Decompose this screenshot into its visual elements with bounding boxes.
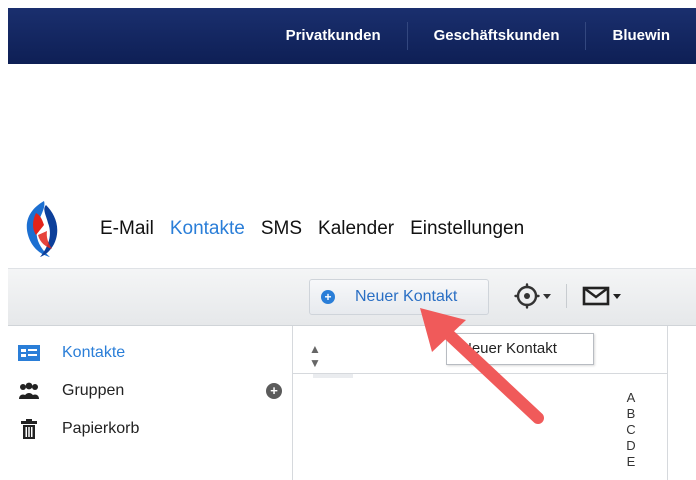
new-contact-button[interactable]: + Neuer Kontakt xyxy=(309,279,489,315)
app-nav: E-Mail Kontakte SMS Kalender Einstellung… xyxy=(100,218,540,240)
alphabet-index: A B C D E xyxy=(623,390,639,470)
sidebar-item-label: Kontakte xyxy=(62,344,126,361)
alphabet-letter[interactable]: B xyxy=(627,406,636,422)
toolbar-divider xyxy=(566,284,567,308)
app-nav-kalender[interactable]: Kalender xyxy=(318,218,394,240)
top-nav-bluewin[interactable]: Bluewin xyxy=(586,23,696,49)
trash-icon xyxy=(18,419,40,439)
alphabet-letter[interactable]: E xyxy=(627,454,636,470)
app-nav-kontakte[interactable]: Kontakte xyxy=(170,218,245,240)
sidebar-item-kontakte[interactable]: Kontakte xyxy=(18,334,288,372)
new-contact-tooltip: Neuer Kontakt xyxy=(446,333,594,365)
app-nav-email[interactable]: E-Mail xyxy=(100,218,154,240)
chevron-down-icon xyxy=(613,294,621,299)
column-divider xyxy=(313,374,353,378)
top-nav-geschaeftskunden[interactable]: Geschäftskunden xyxy=(408,23,586,49)
alphabet-letter[interactable]: D xyxy=(626,438,635,454)
swisscom-logo-icon[interactable] xyxy=(20,199,66,259)
contacts-card-icon xyxy=(18,343,40,363)
sort-arrows-icon[interactable]: ▲ ▼ xyxy=(309,342,321,370)
sidebar-item-label: Papierkorb xyxy=(62,420,140,437)
top-nav-privatkunden[interactable]: Privatkunden xyxy=(260,23,407,49)
alphabet-letter[interactable]: A xyxy=(627,390,636,406)
new-contact-label: Neuer Kontakt xyxy=(355,288,458,305)
app-nav-sms[interactable]: SMS xyxy=(261,218,302,240)
sidebar-item-label: Gruppen xyxy=(62,382,125,399)
chevron-down-icon xyxy=(543,294,551,299)
people-group-icon xyxy=(18,381,40,401)
gear-icon[interactable] xyxy=(513,283,553,309)
top-nav-bar: Privatkunden Geschäftskunden Bluewin xyxy=(8,8,696,64)
sidebar: Kontakte Gruppen + Papierkorb xyxy=(18,334,288,448)
add-group-icon[interactable]: + xyxy=(266,383,282,399)
top-nav: Privatkunden Geschäftskunden Bluewin xyxy=(260,8,696,64)
alphabet-letter[interactable]: C xyxy=(626,422,635,438)
app-nav-einstellungen[interactable]: Einstellungen xyxy=(410,218,524,240)
mail-icon[interactable] xyxy=(581,285,625,307)
plus-circle-icon: + xyxy=(321,290,335,304)
sidebar-item-gruppen[interactable]: Gruppen + xyxy=(18,372,288,410)
sidebar-item-papierkorb[interactable]: Papierkorb xyxy=(18,410,288,448)
